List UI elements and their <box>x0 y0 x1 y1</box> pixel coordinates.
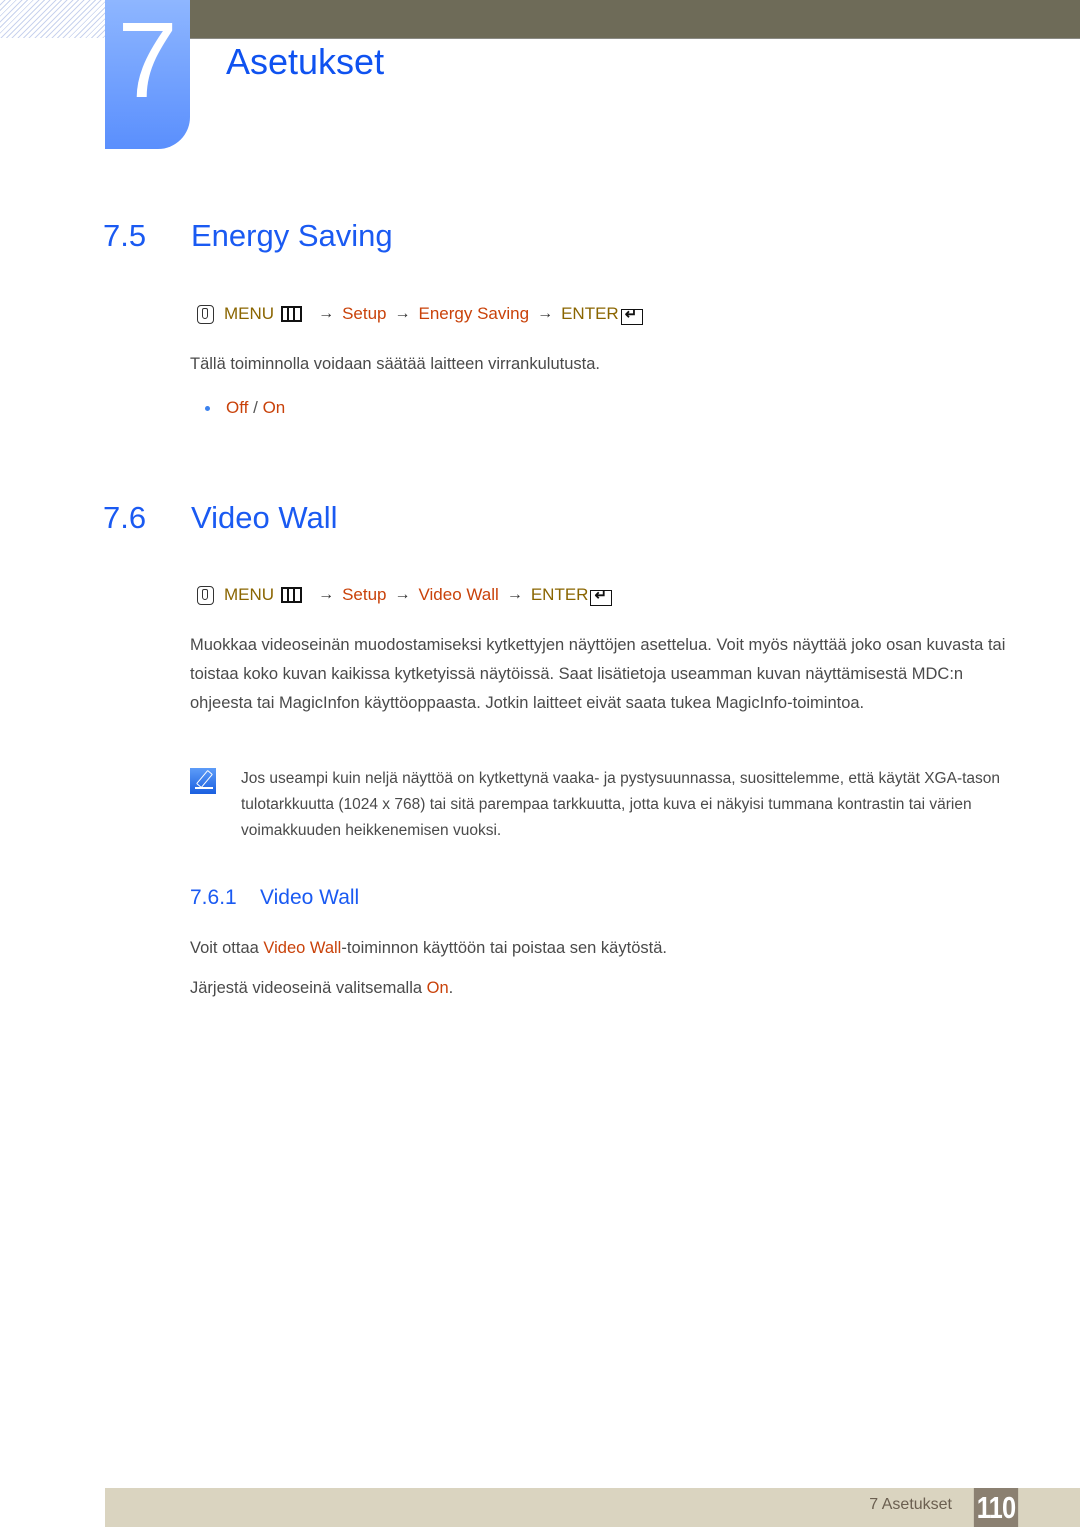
section-title: Energy Saving <box>191 218 393 253</box>
menu-path-video-wall: MENU → Setup → Video Wall → ENTER <box>197 582 613 608</box>
menu-step-setup: Setup <box>342 585 387 604</box>
arrow-icon: → <box>537 305 554 322</box>
video-wall-description: Muokkaa videoseinän muodostamiseksi kytk… <box>190 636 1006 712</box>
arrow-icon: → <box>394 586 411 603</box>
video-wall-para-1: Voit ottaa Video Wall-toiminnon käyttöön… <box>190 934 667 963</box>
menu-step-setup: Setup <box>342 304 387 323</box>
text: Järjestä videoseinä valitsemalla <box>190 979 427 997</box>
video-wall-note: Jos useampi kuin neljä näyttöä on kytket… <box>241 770 1001 839</box>
remote-hand-icon <box>197 304 214 324</box>
enter-label: ENTER <box>530 585 589 604</box>
header-hatch-decoration <box>0 0 105 38</box>
menu-path-energy-saving: MENU → Setup → Energy Saving → ENTER <box>197 301 643 327</box>
chapter-number: 7 <box>117 0 178 120</box>
video-wall-para-2: Järjestä videoseinä valitsemalla On. <box>190 974 453 1003</box>
page-footer: 7 Asetukset 110 <box>105 1488 1080 1527</box>
option-on: On <box>262 398 286 417</box>
page-number: 110 <box>973 1488 1019 1527</box>
menu-grid-icon <box>281 587 303 603</box>
menu-step-energy-saving: Energy Saving <box>418 304 530 323</box>
bullet-icon <box>205 406 210 411</box>
arrow-icon: → <box>394 305 411 322</box>
subsection-title: Video Wall <box>260 886 360 909</box>
chapter-number-badge: 7 <box>105 0 190 149</box>
header-bar <box>190 0 1080 39</box>
enter-label: ENTER <box>561 304 619 323</box>
menu-label: MENU <box>224 585 275 604</box>
text: . <box>448 979 454 997</box>
remote-hand-icon <box>197 585 214 605</box>
on-highlight: On <box>426 979 449 997</box>
arrow-icon: → <box>318 305 335 322</box>
text: -toiminnon käyttöön tai poistaa sen käyt… <box>341 939 667 957</box>
enter-key-icon <box>620 305 643 325</box>
section-title: Video Wall <box>191 500 338 535</box>
chapter-title: Asetukset <box>226 41 385 82</box>
subsection-number: 7.6.1 <box>190 886 237 909</box>
video-wall-highlight: Video Wall <box>263 939 342 957</box>
menu-label: MENU <box>224 304 275 323</box>
arrow-icon: → <box>318 586 335 603</box>
enter-key-icon <box>590 586 613 606</box>
note-pencil-icon <box>190 768 216 794</box>
energy-saving-description: Tällä toiminnolla voidaan säätää laittee… <box>190 355 600 373</box>
section-number: 7.6 <box>103 500 147 535</box>
menu-grid-icon <box>281 306 303 322</box>
option-separator: / <box>253 398 258 417</box>
subsection-heading-video-wall: 7.6.1 Video Wall <box>190 884 359 912</box>
menu-step-video-wall: Video Wall <box>418 585 499 604</box>
text: Voit ottaa <box>190 939 264 957</box>
option-off: Off <box>226 398 249 417</box>
arrow-icon: → <box>506 586 523 603</box>
section-number: 7.5 <box>103 218 147 253</box>
footer-chapter-label: 7 Asetukset <box>869 1496 952 1513</box>
